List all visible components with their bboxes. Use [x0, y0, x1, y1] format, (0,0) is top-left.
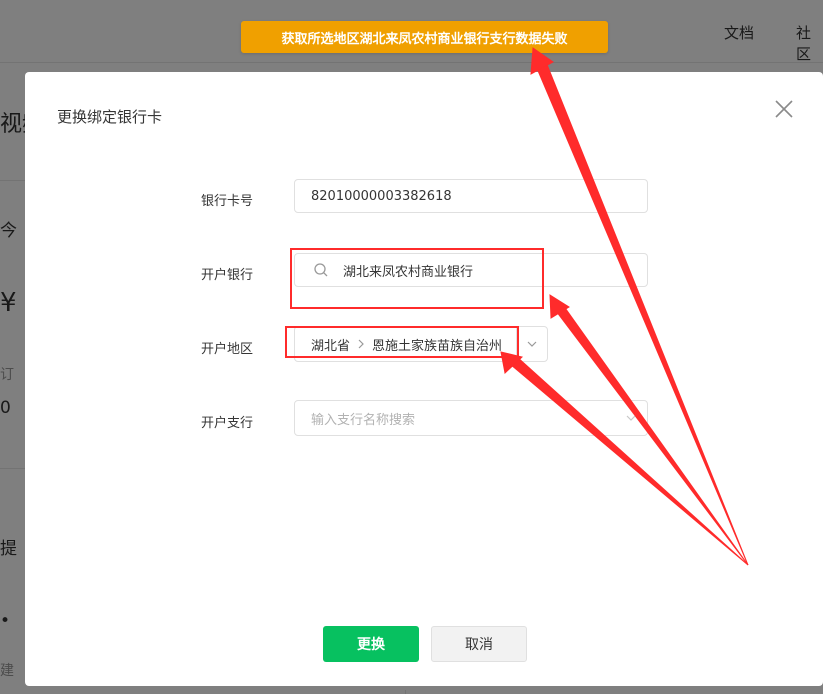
dialog-title: 更换绑定银行卡	[57, 108, 163, 126]
region-label: 开户地区	[201, 342, 254, 357]
region-dropdown-toggle[interactable]	[516, 327, 547, 361]
branch-label: 开户支行	[201, 416, 254, 431]
change-bank-card-dialog: 更换绑定银行卡 银行卡号 开户银行 开户地区 湖北省 恩施土家族苗族自治州 开户…	[25, 72, 823, 686]
cancel-button[interactable]: 取消	[431, 626, 527, 662]
chevron-down-icon	[527, 341, 537, 347]
error-toast: 获取所选地区湖北来凤农村商业银行支行数据失败	[241, 21, 608, 53]
branch-select[interactable]: 输入支行名称搜索	[294, 400, 648, 436]
annotation-box-bank	[290, 248, 544, 309]
branch-placeholder: 输入支行名称搜索	[311, 412, 416, 428]
card-number-field[interactable]	[294, 179, 648, 213]
card-number-input[interactable]	[295, 188, 647, 204]
bank-label: 开户银行	[201, 268, 254, 283]
card-number-label: 银行卡号	[201, 194, 254, 209]
close-icon[interactable]	[772, 97, 796, 121]
annotation-box-region	[285, 326, 519, 358]
chevron-down-icon	[626, 415, 636, 421]
confirm-change-button[interactable]: 更换	[323, 626, 419, 662]
